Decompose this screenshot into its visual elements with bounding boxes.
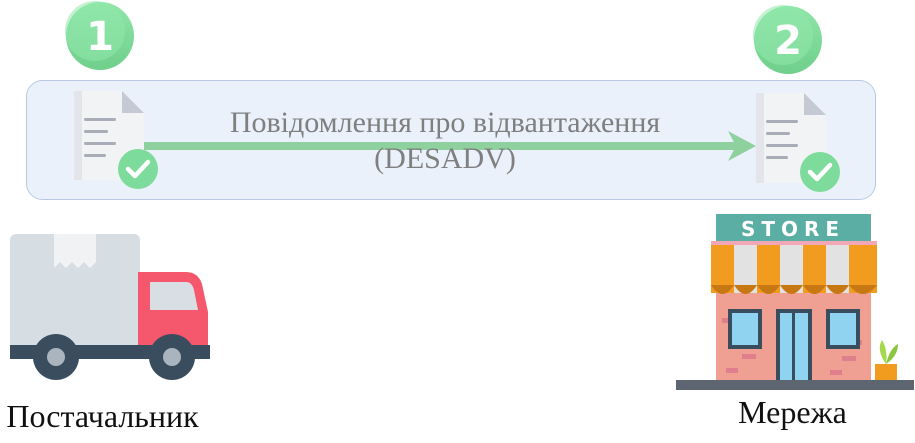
truck-icon <box>10 234 210 380</box>
step-1-number: 1 <box>86 14 114 60</box>
step-1-badge: 1 <box>65 1 134 70</box>
diagram-canvas: 1 2 STORE <box>10 1 914 390</box>
message-label: Повідомлення про відвантаження (DESADV) <box>180 105 710 177</box>
step-2-number: 2 <box>774 18 802 64</box>
step-2-badge: 2 <box>753 5 822 74</box>
store-sign-text: STORE <box>741 217 845 241</box>
message-code: (DESADV) <box>374 142 516 175</box>
supplier-label: Постачальник <box>6 398 199 434</box>
store-icon: STORE <box>676 214 914 390</box>
network-label: Мережа <box>738 394 847 430</box>
message-title: Повідомлення про відвантаження <box>229 106 661 139</box>
